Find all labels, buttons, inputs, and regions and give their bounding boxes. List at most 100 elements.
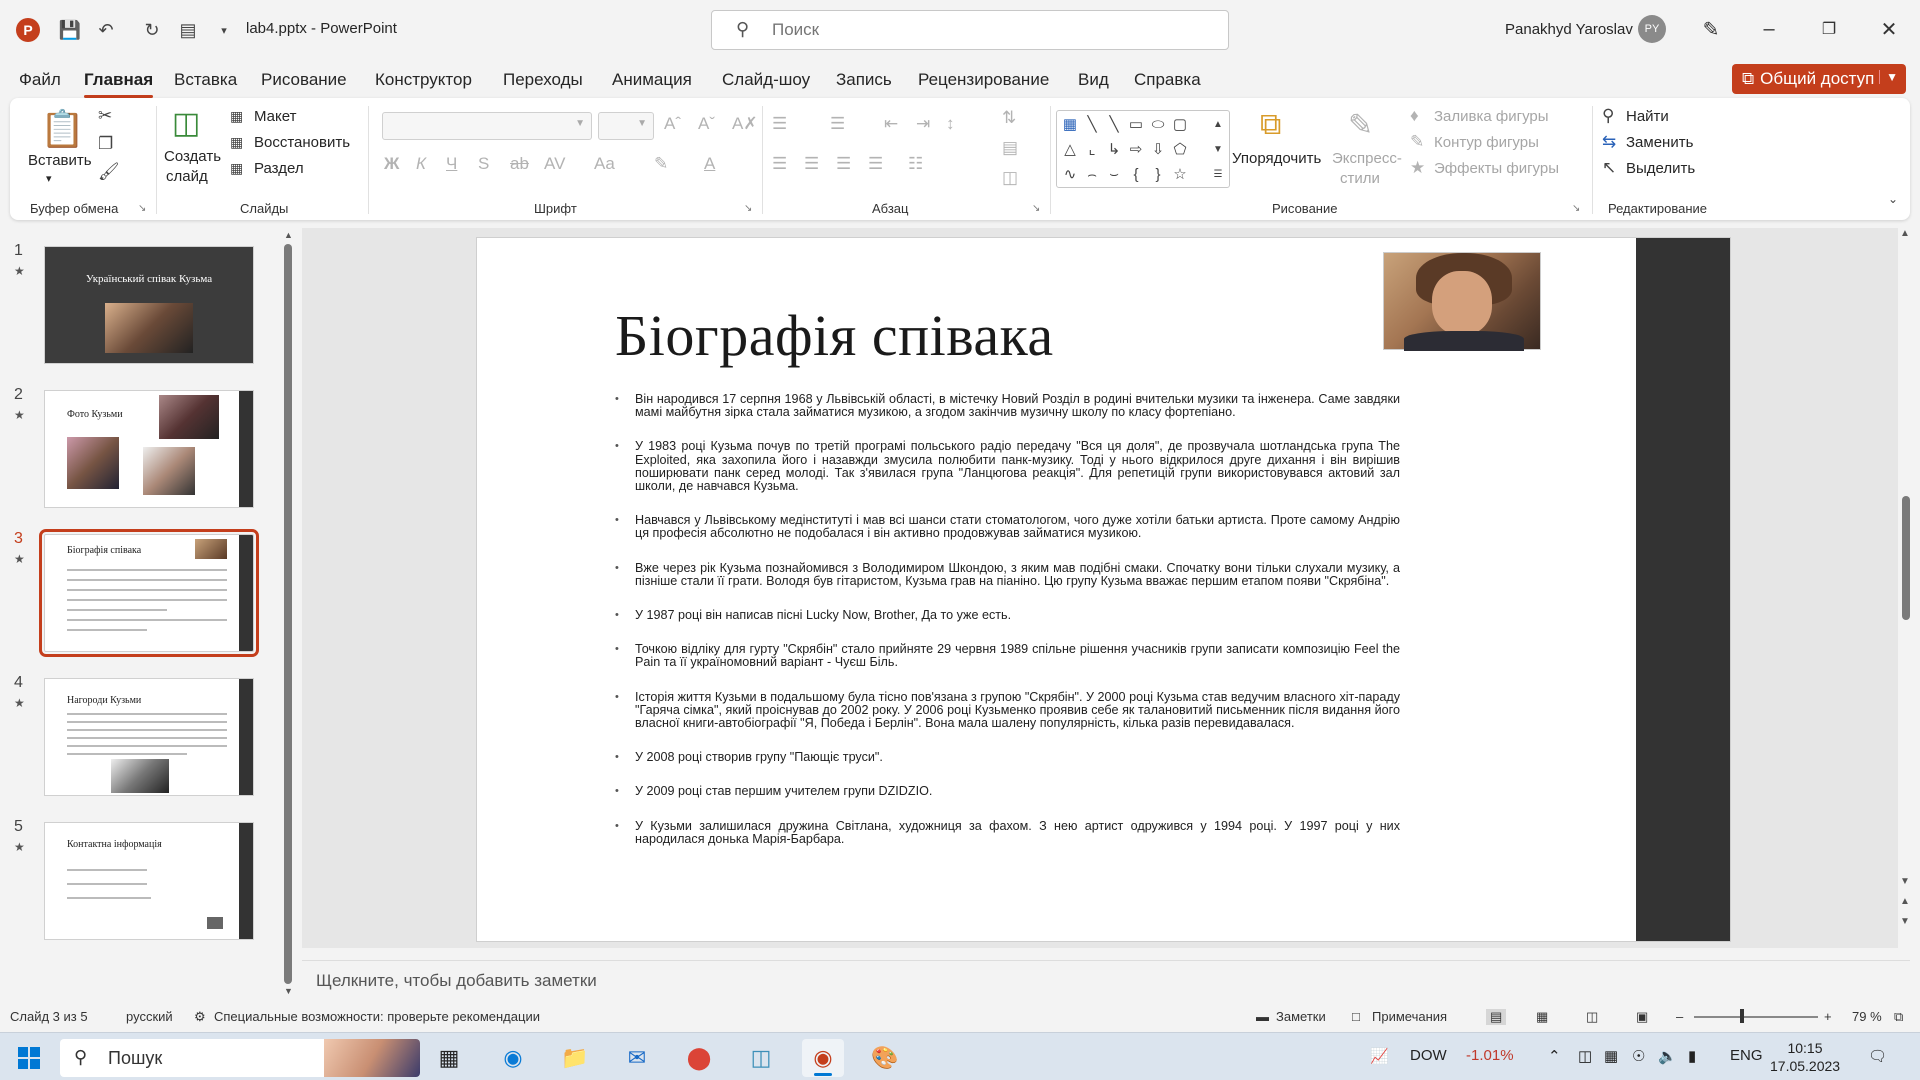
reading-view-icon[interactable]: ◫ — [1586, 1009, 1598, 1025]
normal-view-icon[interactable]: ▤ — [1486, 1009, 1507, 1025]
new-slide-label[interactable]: слайд — [166, 168, 208, 185]
tab-view[interactable]: Вид — [1078, 70, 1109, 90]
strikethrough-icon[interactable]: ab — [510, 154, 529, 174]
align-left-icon[interactable]: ☰ — [772, 154, 787, 174]
slide-sorter-icon[interactable]: ▦ — [1536, 1009, 1548, 1025]
slideshow-view-icon[interactable]: ▣ — [1636, 1009, 1648, 1025]
rounded-rect-shape-icon[interactable]: ▢ — [1169, 113, 1191, 135]
chevron-down-icon[interactable]: ▼ — [1879, 70, 1898, 84]
share-button[interactable]: ⧉ Общий доступ ▼ — [1732, 64, 1906, 94]
oval-shape-icon[interactable]: ⬭ — [1147, 113, 1169, 135]
redo-icon[interactable]: ↻ — [138, 16, 166, 44]
star-shape-icon[interactable]: ☆ — [1169, 163, 1191, 185]
search-box[interactable]: ⚲ — [711, 10, 1229, 50]
font-size-combo[interactable]: ▼ — [598, 112, 654, 140]
scrollbar-thumb[interactable] — [1902, 496, 1910, 620]
app-icon[interactable]: ◫ — [740, 1039, 782, 1077]
tab-home[interactable]: Главная — [84, 70, 154, 98]
powerpoint-icon[interactable]: ◉ — [802, 1039, 844, 1077]
cut-icon[interactable]: ✂ — [98, 106, 112, 126]
quick-styles-icon[interactable]: ✎ — [1348, 108, 1373, 143]
underline-icon[interactable]: Ч — [446, 154, 457, 174]
avatar[interactable]: PY — [1638, 15, 1666, 43]
textbox-shape-icon[interactable]: ▦ — [1059, 113, 1081, 135]
reset-button[interactable]: Восстановить — [254, 134, 350, 151]
pentagon-shape-icon[interactable]: ⬠ — [1169, 138, 1191, 160]
smartart-icon[interactable]: ◫ — [1002, 168, 1018, 188]
clock[interactable]: 10:15 17.05.2023 — [1770, 1039, 1840, 1075]
columns-icon[interactable]: ☷ — [908, 154, 923, 174]
slide-bullet-list[interactable]: Він народився 17 серпня 1968 у Львівські… — [615, 392, 1400, 867]
format-painter-icon[interactable]: 🖌 — [98, 162, 120, 182]
language-indicator[interactable]: русский — [126, 1009, 173, 1024]
elbow-connector-icon[interactable]: ⌞ — [1081, 138, 1103, 160]
elbow-arrow-icon[interactable]: ↳ — [1103, 138, 1125, 160]
stock-chart-icon[interactable]: 📈 — [1370, 1047, 1389, 1065]
accessibility-icon[interactable]: ⚙ — [194, 1009, 206, 1025]
tab-slideshow[interactable]: Слайд-шоу — [722, 70, 810, 90]
show-hidden-icon[interactable]: ⌃ — [1548, 1047, 1561, 1065]
thumbnail-scrollbar[interactable]: ▲ ▼ — [282, 230, 294, 1000]
align-right-icon[interactable]: ☰ — [836, 154, 851, 174]
minimize-button[interactable]: – — [1754, 14, 1784, 44]
bullets-icon[interactable]: ☰ — [772, 114, 787, 134]
arrow-line-shape-icon[interactable]: ╲ — [1103, 113, 1125, 135]
slide-thumbnail-5[interactable]: Контактна інформація — [44, 822, 254, 940]
tab-transitions[interactable]: Переходы — [503, 70, 583, 90]
zoom-slider-handle[interactable] — [1740, 1009, 1744, 1023]
quick-styles-button[interactable]: Экспресс- — [1332, 150, 1402, 167]
replace-button[interactable]: Заменить — [1626, 134, 1693, 151]
clear-formatting-icon[interactable]: A✗ — [732, 114, 758, 134]
user-name[interactable]: Panakhyd Yaroslav — [1505, 21, 1633, 38]
highlight-icon[interactable]: ✎ — [654, 154, 668, 174]
font-name-combo[interactable]: ▼ — [382, 112, 592, 140]
edge-icon[interactable]: ◉ — [492, 1039, 534, 1077]
search-input[interactable] — [772, 19, 1192, 41]
close-button[interactable]: ✕ — [1874, 14, 1904, 44]
battery-icon[interactable]: ▮ — [1688, 1047, 1696, 1065]
arrange-icon[interactable]: ⧉ — [1260, 108, 1281, 142]
singer-photo[interactable] — [1383, 252, 1541, 351]
zoom-slider-track[interactable] — [1694, 1016, 1818, 1018]
arc-shape-icon[interactable]: ⌣ — [1103, 163, 1125, 185]
triangle-shape-icon[interactable]: △ — [1059, 138, 1081, 160]
zoom-out-icon[interactable]: – — [1676, 1009, 1683, 1024]
shape-effects-button[interactable]: Эффекты фигуры — [1434, 160, 1559, 177]
find-button[interactable]: Найти — [1626, 108, 1669, 125]
paste-icon[interactable]: 📋 — [40, 108, 85, 150]
tab-design[interactable]: Конструктор — [375, 70, 472, 90]
slide-thumbnail-3[interactable]: Біографія співака — [39, 529, 259, 657]
more-shapes-icon[interactable]: ☰ — [1207, 163, 1229, 185]
windows-start-icon[interactable] — [18, 1047, 40, 1069]
collapse-ribbon-icon[interactable]: ⌄ — [1888, 192, 1898, 206]
paragraph-launcher-icon[interactable]: ↘ — [1032, 203, 1040, 214]
right-brace-shape-icon[interactable]: } — [1147, 163, 1169, 185]
scroll-up-icon[interactable]: ▲ — [1207, 113, 1229, 135]
new-slide-icon[interactable]: ◫ — [172, 106, 200, 141]
input-language[interactable]: ENG — [1730, 1047, 1763, 1064]
comments-icon[interactable]: □ — [1352, 1009, 1360, 1024]
tab-review[interactable]: Рецензирование — [918, 70, 1049, 90]
shape-effects-icon[interactable]: ★ — [1410, 158, 1425, 178]
change-case-icon[interactable]: Aa — [594, 154, 615, 174]
scroll-up-icon[interactable]: ▲ — [1900, 228, 1910, 239]
paste-button[interactable]: Вставить — [28, 152, 92, 169]
notes-button[interactable]: Заметки — [1276, 1009, 1326, 1024]
shape-outline-button[interactable]: Контур фигуры — [1434, 134, 1539, 151]
zoom-level[interactable]: 79 % — [1852, 1009, 1882, 1024]
numbering-icon[interactable]: ☰ — [830, 114, 845, 134]
paste-chevron-icon[interactable]: ▾ — [46, 172, 52, 185]
file-explorer-icon[interactable]: 📁 — [554, 1039, 596, 1077]
comments-button[interactable]: Примечания — [1372, 1009, 1447, 1024]
previous-slide-icon[interactable]: ▲ — [1900, 896, 1910, 907]
stock-name[interactable]: DOW — [1410, 1047, 1447, 1064]
layout-button[interactable]: Макет — [254, 108, 296, 125]
accessibility-status[interactable]: Специальные возможности: проверьте реком… — [214, 1009, 540, 1024]
text-direction-icon[interactable]: ⇅ — [1002, 108, 1016, 128]
tab-insert[interactable]: Вставка — [174, 70, 237, 90]
scrollbar-thumb[interactable] — [284, 244, 292, 984]
copy-icon[interactable]: ❐ — [98, 134, 113, 154]
tray-app-icon[interactable]: ◫ — [1578, 1047, 1592, 1065]
scroll-up-icon[interactable]: ▲ — [284, 230, 293, 240]
notifications-icon[interactable]: 🗨 — [1868, 1047, 1887, 1065]
